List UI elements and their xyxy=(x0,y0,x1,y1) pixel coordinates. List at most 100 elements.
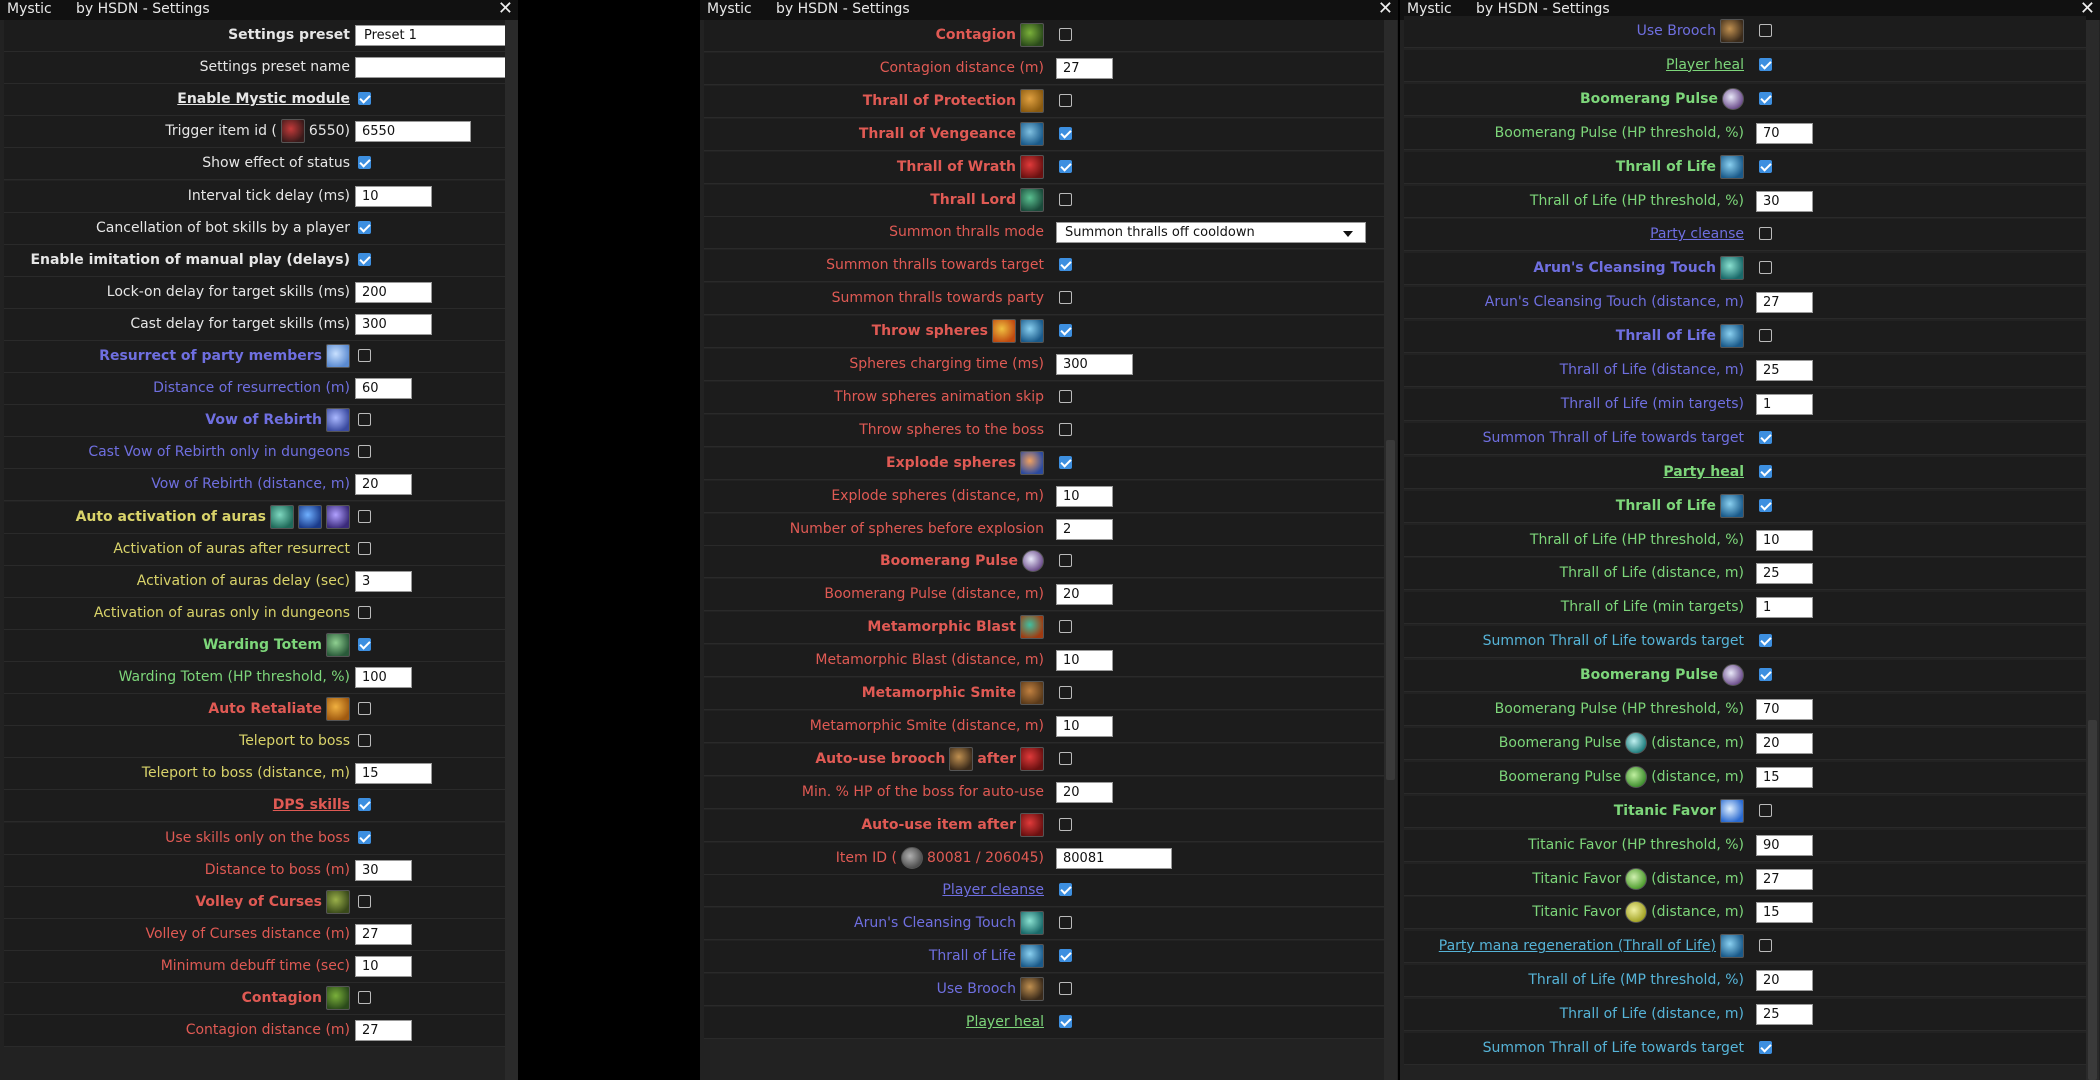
setting-input[interactable]: 3 xyxy=(355,570,412,592)
setting-checkbox[interactable] xyxy=(1759,803,1772,817)
setting-input[interactable]: 27 xyxy=(1756,868,1813,890)
setting-input[interactable]: 25 xyxy=(1756,360,1813,381)
chevron-down-icon[interactable] xyxy=(1343,231,1353,238)
setting-checkbox[interactable] xyxy=(1059,389,1072,403)
setting-input[interactable]: 27 xyxy=(355,1020,412,1042)
setting-input[interactable]: 25 xyxy=(1756,1004,1813,1026)
setting-input[interactable]: 10 xyxy=(355,185,432,207)
setting-checkbox[interactable] xyxy=(1059,817,1072,831)
setting-input[interactable]: 27 xyxy=(1756,292,1813,314)
setting-input[interactable]: 30 xyxy=(355,859,412,881)
setting-checkbox[interactable] xyxy=(358,220,371,234)
setting-input[interactable]: 20 xyxy=(1756,970,1813,992)
setting-input[interactable]: 10 xyxy=(1756,529,1813,551)
setting-checkbox[interactable] xyxy=(1059,258,1072,272)
setting-checkbox[interactable] xyxy=(358,413,371,427)
setting-input[interactable]: 60 xyxy=(355,378,412,400)
setting-checkbox[interactable] xyxy=(358,349,371,362)
setting-checkbox[interactable] xyxy=(358,991,371,1004)
setting-input[interactable]: 2 xyxy=(1056,518,1113,540)
setting-input[interactable]: 300 xyxy=(1056,354,1133,375)
scrollbar-thumb[interactable] xyxy=(2088,720,2097,1080)
setting-checkbox[interactable] xyxy=(1059,93,1072,107)
setting-checkbox[interactable] xyxy=(358,252,371,266)
setting-input[interactable]: 10 xyxy=(355,955,412,977)
window-titlebar[interactable]: Mystic by HSDN - Settings ✕ xyxy=(0,0,518,20)
setting-input[interactable]: 20 xyxy=(1056,781,1113,803)
setting-checkbox[interactable] xyxy=(358,734,371,748)
setting-checkbox[interactable] xyxy=(358,92,371,106)
setting-checkbox[interactable] xyxy=(1759,498,1772,512)
setting-checkbox[interactable] xyxy=(1059,422,1072,436)
setting-input[interactable]: 10 xyxy=(1056,485,1113,507)
setting-input[interactable]: 30 xyxy=(1756,190,1813,212)
setting-checkbox[interactable] xyxy=(1059,949,1072,963)
setting-checkbox[interactable] xyxy=(1759,1041,1772,1054)
setting-checkbox[interactable] xyxy=(1059,883,1072,897)
setting-checkbox[interactable] xyxy=(1759,668,1772,682)
setting-checkbox[interactable] xyxy=(358,156,371,170)
setting-input[interactable]: 1 xyxy=(1756,597,1813,619)
setting-checkbox[interactable] xyxy=(1759,227,1772,241)
setting-checkbox[interactable] xyxy=(1759,329,1772,343)
scrollbar[interactable] xyxy=(505,20,518,1080)
setting-checkbox[interactable] xyxy=(358,509,371,523)
setting-checkbox[interactable] xyxy=(358,605,371,619)
setting-select[interactable]: Summon thralls off cooldown xyxy=(1056,222,1366,244)
setting-checkbox[interactable] xyxy=(358,541,371,555)
setting-checkbox[interactable] xyxy=(1059,324,1072,338)
setting-checkbox[interactable] xyxy=(358,445,371,459)
setting-input[interactable]: 10 xyxy=(1056,715,1113,737)
setting-input[interactable]: 80081 xyxy=(1056,847,1172,869)
setting-input[interactable]: 15 xyxy=(355,763,432,785)
setting-input[interactable]: 15 xyxy=(1756,902,1813,924)
setting-input[interactable]: 27 xyxy=(1056,57,1113,79)
setting-input[interactable]: 20 xyxy=(355,474,412,496)
setting-checkbox[interactable] xyxy=(1759,91,1772,105)
close-icon[interactable]: ✕ xyxy=(498,0,513,19)
setting-checkbox[interactable] xyxy=(1059,159,1072,173)
setting-input[interactable]: 200 xyxy=(355,281,432,303)
setting-checkbox[interactable] xyxy=(1059,916,1072,930)
setting-input[interactable]: 1 xyxy=(1756,393,1813,415)
setting-checkbox[interactable] xyxy=(1059,554,1072,568)
setting-checkbox[interactable] xyxy=(358,894,371,908)
setting-input[interactable]: 20 xyxy=(1756,732,1813,754)
setting-input[interactable] xyxy=(355,57,518,79)
setting-checkbox[interactable] xyxy=(1059,126,1072,140)
setting-input[interactable]: 100 xyxy=(355,667,412,688)
setting-checkbox[interactable] xyxy=(1759,634,1772,648)
scrollbar-thumb[interactable] xyxy=(1386,440,1395,780)
setting-input[interactable]: 15 xyxy=(1756,766,1813,788)
setting-input[interactable]: 27 xyxy=(355,923,412,945)
close-icon[interactable]: ✕ xyxy=(1378,0,1393,19)
setting-checkbox[interactable] xyxy=(1059,192,1072,206)
setting-checkbox[interactable] xyxy=(1059,751,1072,765)
setting-input[interactable]: 6550 xyxy=(355,121,471,143)
setting-input[interactable]: 90 xyxy=(1756,834,1813,856)
scrollbar[interactable] xyxy=(1384,20,1397,1080)
window-titlebar[interactable]: Mystic by HSDN - Settings ✕ xyxy=(700,0,1398,20)
setting-input[interactable]: 70 xyxy=(1756,699,1813,720)
setting-input[interactable]: 25 xyxy=(1756,563,1813,585)
setting-checkbox[interactable] xyxy=(1759,430,1772,444)
setting-checkbox[interactable] xyxy=(1059,291,1072,305)
setting-checkbox[interactable] xyxy=(1759,24,1772,37)
setting-checkbox[interactable] xyxy=(1759,464,1772,478)
setting-input[interactable]: 70 xyxy=(1756,122,1813,144)
setting-checkbox[interactable] xyxy=(1759,939,1772,953)
setting-select[interactable]: Preset 1 xyxy=(355,25,518,46)
setting-checkbox[interactable] xyxy=(1059,455,1072,469)
scrollbar[interactable] xyxy=(2086,20,2099,1080)
setting-checkbox[interactable] xyxy=(1059,28,1072,41)
setting-input[interactable]: 10 xyxy=(1056,650,1113,672)
setting-checkbox[interactable] xyxy=(1059,686,1072,699)
setting-input[interactable]: 300 xyxy=(355,313,432,335)
setting-checkbox[interactable] xyxy=(1759,57,1772,71)
setting-checkbox[interactable] xyxy=(358,830,371,844)
setting-checkbox[interactable] xyxy=(1059,1015,1072,1028)
setting-checkbox[interactable] xyxy=(1759,159,1772,173)
setting-checkbox[interactable] xyxy=(358,637,371,651)
setting-input[interactable]: 20 xyxy=(1056,584,1113,606)
setting-checkbox[interactable] xyxy=(1759,261,1772,275)
